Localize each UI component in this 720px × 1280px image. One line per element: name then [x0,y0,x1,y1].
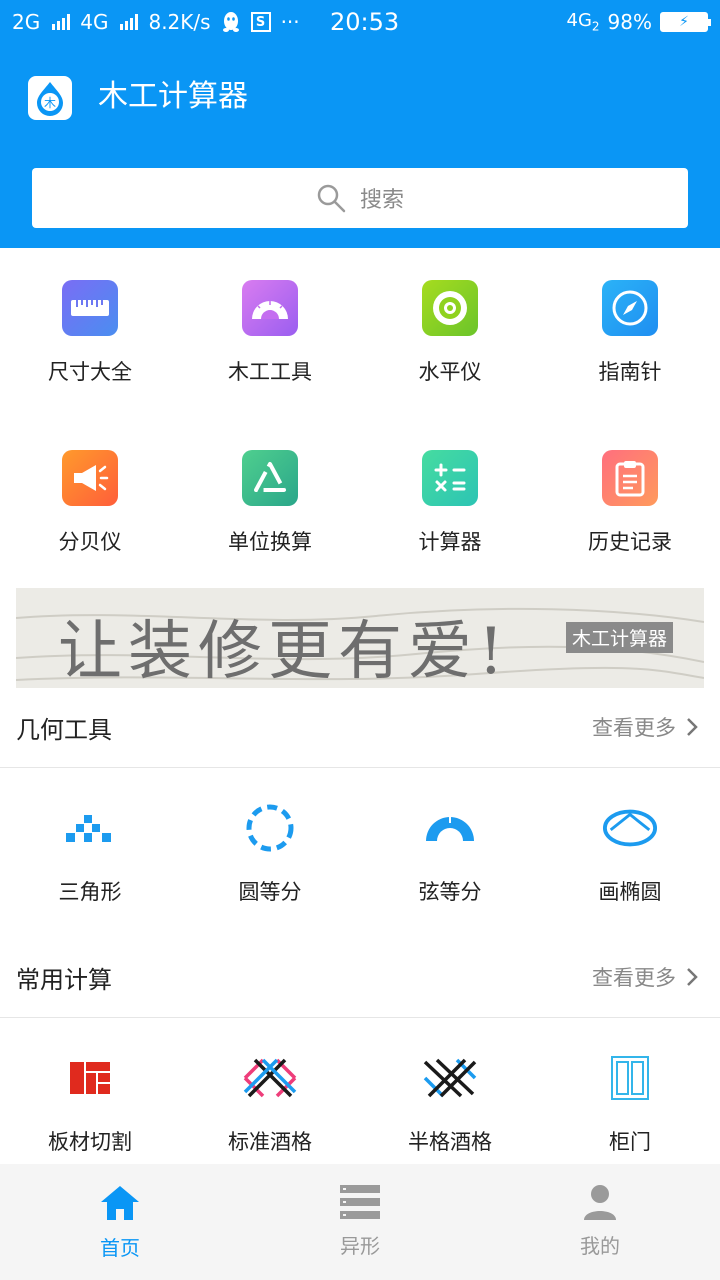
see-more-label: 查看更多 [592,716,676,740]
search-bar[interactable]: 搜索 [32,168,688,228]
network-label-4g-2: 4G2 [566,10,600,34]
common-board-cutting[interactable]: 板材切割 [0,1050,180,1156]
sim-badge-icon: S [250,12,271,32]
tool-level[interactable]: 水平仪 [360,280,540,386]
common-section-header: 常用计算 查看更多 [0,938,720,1018]
geometry-triangle[interactable]: 三角形 [0,800,180,906]
banner-slogan: 让装修更有爱! [58,615,510,688]
network-label-2g: 2G [12,10,41,34]
tool-label: 指南针 [598,360,662,384]
ruler-icon [62,280,118,336]
calculator-icon [422,450,478,506]
tool-calculator[interactable]: 计算器 [360,450,540,556]
app-title: 木工计算器 [98,79,248,114]
clock: 20:53 [330,8,400,36]
geometry-section-header: 几何工具 查看更多 [0,688,720,768]
tool-label: 历史记录 [588,530,672,554]
common-see-more-link[interactable]: 查看更多 [592,962,698,992]
tool-label: 分贝仪 [58,530,122,554]
tools-row-1: 尺寸大全 木工工具 水平仪 指南针 [0,280,720,386]
tool-label: 单位换算 [228,530,312,554]
tool-label: 板材切割 [48,1130,132,1154]
home-icon [101,1186,139,1220]
triangle-blocks-icon [62,800,118,856]
tool-decibel-meter[interactable]: 分贝仪 [0,450,180,556]
search-icon [317,184,346,213]
battery-percent: 98% [607,10,652,34]
svg-text:木: 木 [44,96,56,110]
promo-banner[interactable]: 让装修更有爱! 木工计算器 [16,588,704,688]
geometry-chord-division[interactable]: 弦等分 [360,800,540,906]
bottom-tab-bar: 首页 异形 我的 [0,1164,720,1280]
app-header: 木 木工计算器 搜索 [0,48,720,248]
status-left: 2G 4G 8.2K/s S ··· [12,10,300,34]
common-cabinet-door[interactable]: 柜门 [540,1050,720,1156]
megaphone-icon [62,450,118,506]
tool-compass[interactable]: 指南针 [540,280,720,386]
tool-label: 木工工具 [228,360,312,384]
network-label-4g: 4G [80,10,109,34]
dashed-circle-icon [242,800,298,856]
tab-label: 首页 [100,1236,140,1260]
search-placeholder: 搜索 [359,188,404,213]
battery-icon: ⚡ [660,12,711,32]
tab-label: 异形 [340,1234,380,1258]
geometry-circle-division[interactable]: 圆等分 [180,800,360,906]
charging-icon: ⚡ [679,14,689,30]
common-tools-row: 板材切割 标准酒格 半格酒格 柜门 [0,1050,720,1156]
half-wine-rack-icon [422,1050,478,1106]
common-standard-wine-rack[interactable]: 标准酒格 [180,1050,360,1156]
list-icon [340,1185,380,1219]
chevron-right-icon [687,968,698,986]
tool-label: 标准酒格 [228,1130,312,1154]
protractor-icon [242,280,298,336]
signal-icon [120,14,139,30]
user-icon [584,1185,616,1220]
compass-icon [602,280,658,336]
recycle-icon [242,450,298,506]
tab-mine[interactable]: 我的 [480,1164,720,1280]
tool-label: 圆等分 [238,880,302,904]
chevron-right-icon [687,718,698,736]
tool-label: 弦等分 [418,880,482,904]
geometry-see-more-link[interactable]: 查看更多 [592,712,698,742]
tab-special-shapes[interactable]: 异形 [240,1164,480,1280]
tool-label: 尺寸大全 [48,360,132,384]
wine-rack-icon [242,1050,298,1106]
geometry-draw-ellipse[interactable]: 画椭圆 [540,800,720,906]
tool-label: 画椭圆 [598,880,662,904]
tool-woodwork-tools[interactable]: 木工工具 [180,280,360,386]
tools-row-2: 分贝仪 单位换算 计算器 历史记录 [0,450,720,556]
tool-unit-conversion[interactable]: 单位换算 [180,450,360,556]
network-speed: 8.2K/s [148,10,211,34]
status-right: 4G2 98% ⚡ [566,10,711,34]
semicircle-icon [422,800,478,856]
status-bar: 2G 4G 8.2K/s S ··· 20:53 4G2 98% ⚡ [0,0,720,48]
tool-label: 半格酒格 [408,1130,492,1154]
section-title: 几何工具 [16,716,112,744]
tab-home[interactable]: 首页 [0,1164,240,1280]
tool-label: 计算器 [418,530,482,554]
see-more-label: 查看更多 [592,966,676,990]
wood-drop-logo-icon: 木 [28,76,72,120]
tab-label: 我的 [580,1234,620,1258]
banner-brand-tag: 木工计算器 [566,622,674,653]
tool-history[interactable]: 历史记录 [540,450,720,556]
board-cut-icon [62,1050,118,1106]
more-notifications-icon: ··· [280,10,300,34]
tool-label: 水平仪 [418,360,482,384]
clipboard-icon [602,450,658,506]
level-icon [422,280,478,336]
tool-size-guide[interactable]: 尺寸大全 [0,280,180,386]
tool-label: 三角形 [58,880,122,904]
signal-icon [52,14,71,30]
ellipse-icon [602,800,658,856]
geometry-tools-row: 三角形 圆等分 弦等分 画椭圆 [0,800,720,906]
section-title: 常用计算 [16,966,112,994]
tool-label: 柜门 [609,1130,651,1154]
cabinet-door-icon [602,1050,658,1106]
common-half-wine-rack[interactable]: 半格酒格 [360,1050,540,1156]
qq-icon [222,12,239,32]
